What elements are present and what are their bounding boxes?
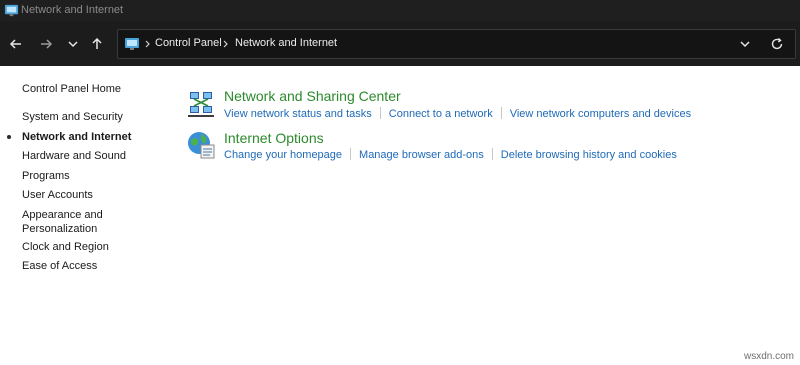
view-network-computers-link[interactable]: View network computers and devices: [510, 108, 691, 120]
window-title: Network and Internet: [21, 4, 124, 16]
task-divider: [350, 148, 352, 160]
arrow-right-icon: [41, 39, 53, 49]
address-bar[interactable]: Control Panel Network and Internet: [117, 29, 796, 59]
task-divider: [379, 107, 381, 119]
sidebar-item-hardware-and-sound[interactable]: Hardware and Sound: [22, 149, 126, 163]
sidebar-item-label-line-1: Appearance and: [22, 209, 103, 221]
connect-to-network-link[interactable]: Connect to a network: [389, 108, 493, 120]
task-divider: [491, 148, 493, 160]
address-dropdown-icon[interactable]: [739, 38, 751, 50]
control-panel-icon: [125, 38, 139, 50]
manage-browser-addons-link[interactable]: Manage browser add-ons: [359, 149, 484, 161]
chevron-right-icon[interactable]: [221, 37, 231, 51]
chevron-down-icon: [68, 41, 78, 48]
delete-browsing-history-link[interactable]: Delete browsing history and cookies: [501, 149, 677, 161]
internet-options-tasks: Change your homepage Manage browser add-o…: [224, 148, 677, 161]
internet-options-link[interactable]: Internet Options: [224, 130, 324, 146]
forward-button[interactable]: [35, 33, 57, 55]
chevron-right-icon: [145, 40, 150, 48]
sidebar-item-system-and-security[interactable]: System and Security: [22, 110, 123, 124]
sidebar-item-label-line-2: Personalization: [22, 223, 98, 235]
network-sharing-icon[interactable]: [186, 89, 216, 119]
recent-locations-button[interactable]: [62, 33, 84, 55]
sidebar-item-appearance-and-personalization[interactable]: Appearance and Personalization: [22, 208, 103, 236]
back-button[interactable]: [5, 33, 27, 55]
sidebar-item-control-panel-home[interactable]: Control Panel Home: [22, 82, 121, 96]
view-network-status-link[interactable]: View network status and tasks: [224, 108, 372, 120]
task-divider: [500, 107, 502, 119]
network-sharing-tasks: View network status and tasks Connect to …: [224, 107, 691, 120]
up-button[interactable]: [86, 33, 108, 55]
arrow-up-icon: [92, 37, 102, 49]
sidebar-item-user-accounts[interactable]: User Accounts: [22, 188, 93, 202]
active-bullet-icon: [7, 135, 11, 139]
network-and-sharing-center-link[interactable]: Network and Sharing Center: [224, 88, 401, 104]
sidebar-item-ease-of-access[interactable]: Ease of Access: [22, 259, 97, 273]
refresh-icon[interactable]: [770, 37, 784, 51]
watermark-text: wsxdn.com: [743, 351, 794, 362]
sidebar-item-clock-and-region[interactable]: Clock and Region: [22, 240, 109, 254]
breadcrumb-network-and-internet[interactable]: Network and Internet: [235, 37, 337, 49]
arrow-left-icon: [9, 39, 21, 49]
navigation-toolbar: Control Panel Network and Internet: [0, 22, 800, 66]
sidebar-item-programs[interactable]: Programs: [22, 169, 70, 183]
change-homepage-link[interactable]: Change your homepage: [224, 149, 342, 161]
main-content: Control Panel Home System and Security N…: [0, 66, 800, 365]
control-panel-icon: [4, 4, 19, 17]
title-bar: Network and Internet: [0, 0, 800, 22]
sidebar-item-network-and-internet[interactable]: Network and Internet: [7, 130, 132, 144]
internet-options-icon[interactable]: [186, 130, 216, 160]
sidebar-item-label: Network and Internet: [22, 131, 132, 143]
breadcrumb-control-panel[interactable]: Control Panel: [155, 37, 222, 49]
